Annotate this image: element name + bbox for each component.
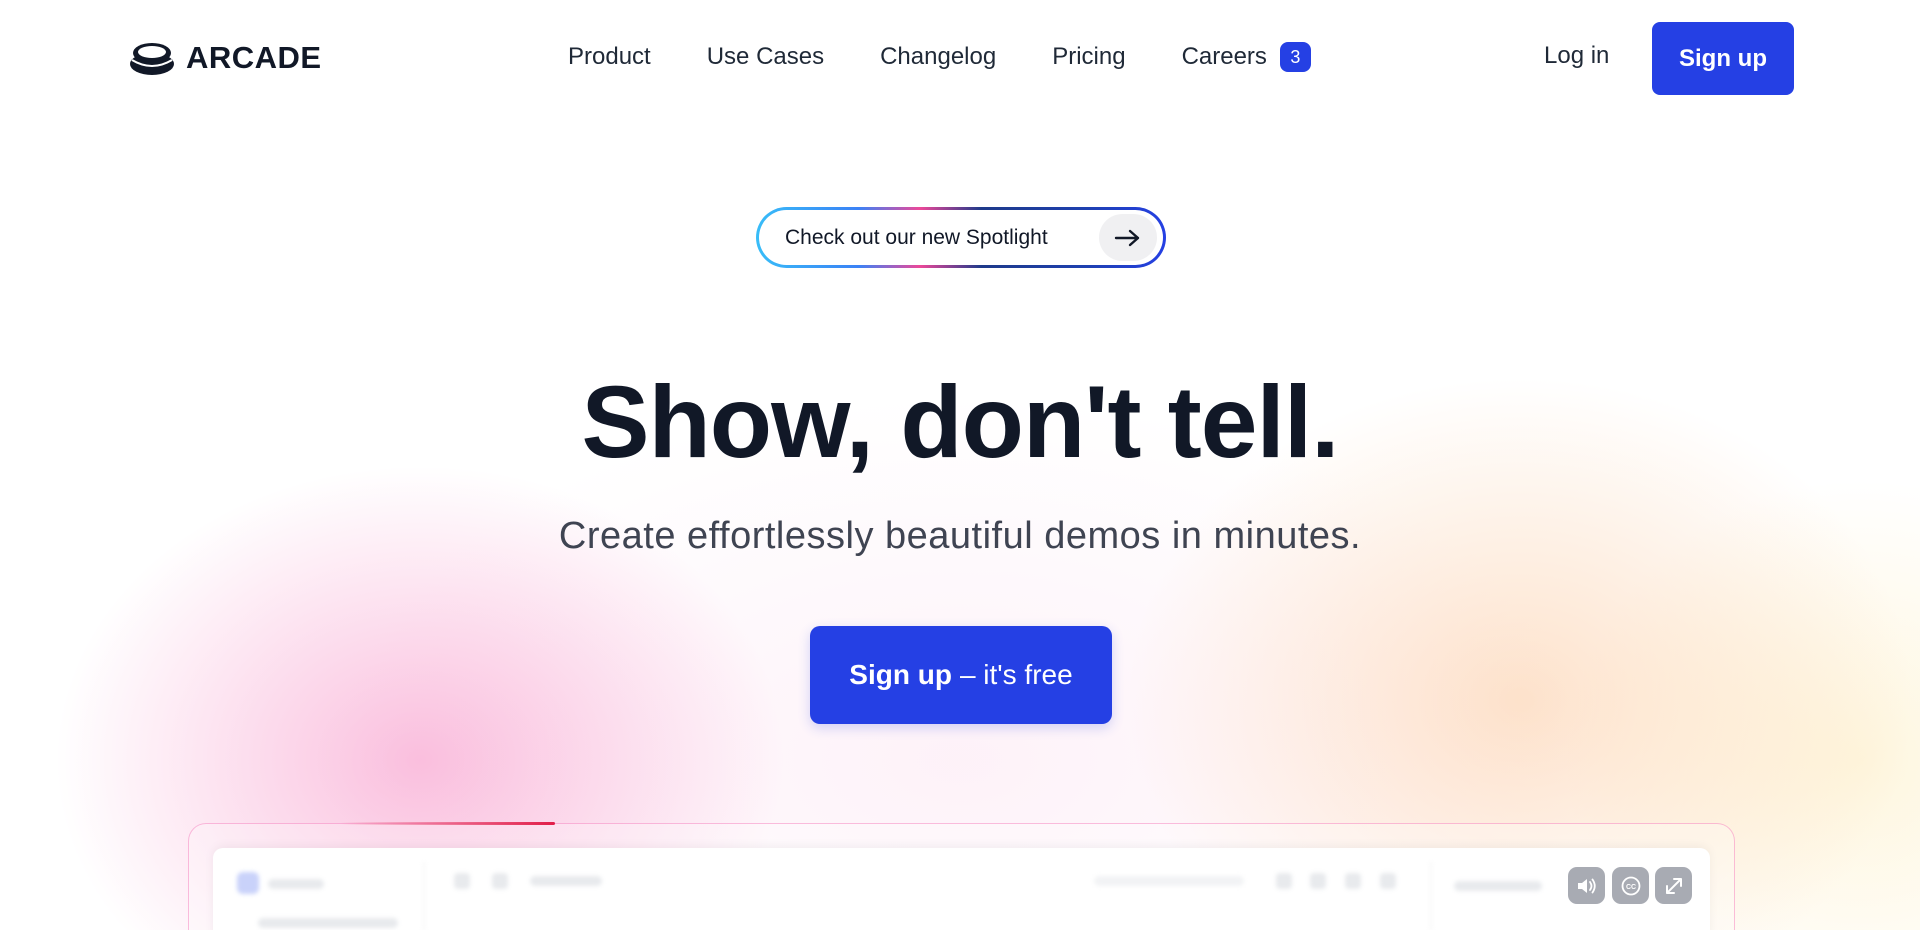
demo-placeholder-dot <box>1345 873 1361 889</box>
hero-subtitle: Create effortlessly beautiful demos in m… <box>558 515 1362 557</box>
nav-link-pricing[interactable]: Pricing <box>1052 43 1125 71</box>
spotlight-announcement-pill[interactable]: Check out our new Spotlight <box>756 207 1166 268</box>
demo-placeholder-line <box>258 918 398 928</box>
demo-placeholder-dot <box>454 873 470 889</box>
demo-sidebar-divider <box>423 862 425 930</box>
nav-link-changelog[interactable]: Changelog <box>880 43 996 71</box>
careers-count-badge: 3 <box>1279 42 1311 72</box>
login-link[interactable]: Log in <box>1544 42 1609 70</box>
nav-link-product[interactable]: Product <box>568 43 651 71</box>
volume-icon <box>1577 878 1596 893</box>
cta-rest-label: – it's free <box>959 659 1073 690</box>
hero-title: Show, don't tell. <box>581 365 1339 479</box>
demo-placeholder-dot <box>1276 873 1292 889</box>
fullscreen-icon <box>1665 877 1682 894</box>
demo-placeholder-line <box>1094 876 1244 886</box>
brand-logo[interactable]: ARCADE <box>128 38 322 78</box>
closed-captions-icon: CC <box>1621 876 1640 895</box>
cta-strong-label: Sign up <box>849 659 952 690</box>
demo-fullscreen-button[interactable] <box>1655 867 1692 904</box>
signup-free-cta-button[interactable]: Sign up – it's free <box>810 626 1112 724</box>
demo-right-divider <box>1430 862 1432 930</box>
demo-progress-bar <box>340 822 555 825</box>
nav-link-use-cases[interactable]: Use Cases <box>707 43 824 71</box>
demo-placeholder-dot <box>492 873 508 889</box>
demo-volume-button[interactable] <box>1568 867 1605 904</box>
spotlight-pill-body: Check out our new Spotlight <box>759 210 1163 265</box>
demo-placeholder-line <box>1454 881 1542 891</box>
top-navigation: ARCADE Product Use Cases Changelog Prici… <box>0 0 1920 118</box>
demo-placeholder-dot <box>1380 873 1396 889</box>
spotlight-arrow-button[interactable] <box>1099 214 1157 261</box>
signup-button[interactable]: Sign up <box>1652 22 1794 95</box>
brand-name: ARCADE <box>186 40 322 75</box>
demo-placeholder-dot <box>1310 873 1326 889</box>
arrow-right-icon <box>1114 229 1140 246</box>
demo-placeholder-line <box>268 879 324 889</box>
main-menu: Product Use Cases Changelog Pricing Care… <box>568 42 1311 72</box>
demo-placeholder-line <box>530 876 602 886</box>
spotlight-label: Check out our new Spotlight <box>785 225 1048 249</box>
demo-app-logo <box>237 872 259 894</box>
nav-link-careers-label: Careers <box>1181 43 1267 70</box>
demo-captions-button[interactable]: CC <box>1612 867 1649 904</box>
nav-link-careers[interactable]: Careers 3 <box>1182 42 1311 72</box>
svg-text:CC: CC <box>1625 884 1635 891</box>
arcade-logo-icon <box>130 43 174 75</box>
